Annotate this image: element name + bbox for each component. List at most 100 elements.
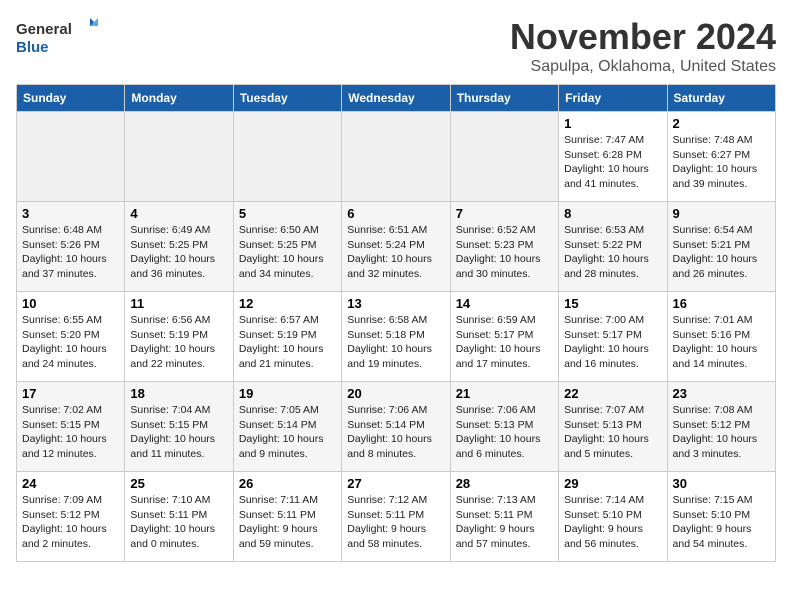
day-number: 19	[239, 386, 336, 401]
day-detail: Sunrise: 7:04 AM Sunset: 5:15 PM Dayligh…	[130, 403, 227, 462]
day-detail: Sunrise: 6:52 AM Sunset: 5:23 PM Dayligh…	[456, 223, 553, 282]
day-detail: Sunrise: 6:53 AM Sunset: 5:22 PM Dayligh…	[564, 223, 661, 282]
day-detail: Sunrise: 6:58 AM Sunset: 5:18 PM Dayligh…	[347, 313, 444, 372]
logo: General Blue	[16, 16, 106, 56]
calendar-cell: 12 Sunrise: 6:57 AM Sunset: 5:19 PM Dayli…	[233, 292, 341, 382]
calendar-cell	[342, 112, 450, 202]
day-number: 12	[239, 296, 336, 311]
day-number: 5	[239, 206, 336, 221]
weekday-friday: Friday	[559, 85, 667, 112]
day-detail: Sunrise: 6:50 AM Sunset: 5:25 PM Dayligh…	[239, 223, 336, 282]
day-number: 20	[347, 386, 444, 401]
calendar-cell: 21Sunrise: 7:06 AM Sunset: 5:13 PM Dayli…	[450, 382, 558, 472]
day-detail: Sunrise: 7:08 AM Sunset: 5:12 PM Dayligh…	[673, 403, 770, 462]
day-number: 27	[347, 476, 444, 491]
calendar-cell: 24 Sunrise: 7:09 AM Sunset: 5:12 PM Dayli…	[17, 472, 125, 562]
day-number: 23	[673, 386, 770, 401]
day-detail: Sunrise: 6:57 AM Sunset: 5:19 PM Dayligh…	[239, 313, 336, 372]
day-detail: Sunrise: 7:12 AM Sunset: 5:11 PM Dayligh…	[347, 493, 444, 552]
day-detail: Sunrise: 7:09 AM Sunset: 5:12 PM Dayligh…	[22, 493, 119, 552]
day-number: 24	[22, 476, 119, 491]
day-detail: Sunrise: 6:56 AM Sunset: 5:19 PM Dayligh…	[130, 313, 227, 372]
day-detail: Sunrise: 6:55 AM Sunset: 5:20 PM Dayligh…	[22, 313, 119, 372]
day-number: 14	[456, 296, 553, 311]
week-row-5: 24 Sunrise: 7:09 AM Sunset: 5:12 PM Dayli…	[17, 472, 776, 562]
logo-svg: General Blue	[16, 16, 106, 56]
calendar-cell: 27 Sunrise: 7:12 AM Sunset: 5:11 PM Dayli…	[342, 472, 450, 562]
day-number: 8	[564, 206, 661, 221]
calendar-cell: 10Sunrise: 6:55 AM Sunset: 5:20 PM Dayli…	[17, 292, 125, 382]
day-detail: Sunrise: 6:49 AM Sunset: 5:25 PM Dayligh…	[130, 223, 227, 282]
calendar-cell: 5 Sunrise: 6:50 AM Sunset: 5:25 PM Daylig…	[233, 202, 341, 292]
calendar-cell: 22 Sunrise: 7:07 AM Sunset: 5:13 PM Dayli…	[559, 382, 667, 472]
calendar-cell: 2Sunrise: 7:48 AM Sunset: 6:27 PM Daylig…	[667, 112, 775, 202]
calendar-cell: 13 Sunrise: 6:58 AM Sunset: 5:18 PM Dayli…	[342, 292, 450, 382]
day-detail: Sunrise: 7:14 AM Sunset: 5:10 PM Dayligh…	[564, 493, 661, 552]
svg-text:Blue: Blue	[16, 39, 49, 56]
calendar-cell: 16Sunrise: 7:01 AM Sunset: 5:16 PM Dayli…	[667, 292, 775, 382]
calendar-cell: 8 Sunrise: 6:53 AM Sunset: 5:22 PM Daylig…	[559, 202, 667, 292]
day-number: 29	[564, 476, 661, 491]
weekday-wednesday: Wednesday	[342, 85, 450, 112]
day-detail: Sunrise: 6:51 AM Sunset: 5:24 PM Dayligh…	[347, 223, 444, 282]
calendar-cell	[125, 112, 233, 202]
day-number: 28	[456, 476, 553, 491]
calendar-cell: 25 Sunrise: 7:10 AM Sunset: 5:11 PM Dayli…	[125, 472, 233, 562]
calendar-cell	[450, 112, 558, 202]
day-detail: Sunrise: 6:48 AM Sunset: 5:26 PM Dayligh…	[22, 223, 119, 282]
calendar-cell: 3 Sunrise: 6:48 AM Sunset: 5:26 PM Daylig…	[17, 202, 125, 292]
day-detail: Sunrise: 7:00 AM Sunset: 5:17 PM Dayligh…	[564, 313, 661, 372]
calendar-cell: 6Sunrise: 6:51 AM Sunset: 5:24 PM Daylig…	[342, 202, 450, 292]
weekday-monday: Monday	[125, 85, 233, 112]
day-number: 25	[130, 476, 227, 491]
day-number: 22	[564, 386, 661, 401]
week-row-4: 17 Sunrise: 7:02 AM Sunset: 5:15 PM Dayli…	[17, 382, 776, 472]
day-number: 17	[22, 386, 119, 401]
weekday-saturday: Saturday	[667, 85, 775, 112]
calendar-cell: 9Sunrise: 6:54 AM Sunset: 5:21 PM Daylig…	[667, 202, 775, 292]
calendar-cell: 20 Sunrise: 7:06 AM Sunset: 5:14 PM Dayli…	[342, 382, 450, 472]
week-row-2: 3 Sunrise: 6:48 AM Sunset: 5:26 PM Daylig…	[17, 202, 776, 292]
title-section: November 2024 Sapulpa, Oklahoma, United …	[510, 16, 776, 76]
day-detail: Sunrise: 6:54 AM Sunset: 5:21 PM Dayligh…	[673, 223, 770, 282]
day-number: 13	[347, 296, 444, 311]
day-number: 4	[130, 206, 227, 221]
day-detail: Sunrise: 7:07 AM Sunset: 5:13 PM Dayligh…	[564, 403, 661, 462]
day-number: 11	[130, 296, 227, 311]
day-detail: Sunrise: 7:05 AM Sunset: 5:14 PM Dayligh…	[239, 403, 336, 462]
week-row-1: 1 Sunrise: 7:47 AM Sunset: 6:28 PM Daylig…	[17, 112, 776, 202]
calendar-cell: 17 Sunrise: 7:02 AM Sunset: 5:15 PM Dayli…	[17, 382, 125, 472]
calendar-cell: 11 Sunrise: 6:56 AM Sunset: 5:19 PM Dayli…	[125, 292, 233, 382]
day-detail: Sunrise: 7:06 AM Sunset: 5:13 PM Dayligh…	[456, 403, 553, 462]
day-detail: Sunrise: 7:06 AM Sunset: 5:14 PM Dayligh…	[347, 403, 444, 462]
calendar-cell: 1 Sunrise: 7:47 AM Sunset: 6:28 PM Daylig…	[559, 112, 667, 202]
calendar-cell	[233, 112, 341, 202]
day-detail: Sunrise: 7:15 AM Sunset: 5:10 PM Dayligh…	[673, 493, 770, 552]
calendar-cell: 28 Sunrise: 7:13 AM Sunset: 5:11 PM Dayli…	[450, 472, 558, 562]
page-header: General Blue November 2024 Sapulpa, Okla…	[16, 16, 776, 76]
calendar-cell: 23 Sunrise: 7:08 AM Sunset: 5:12 PM Dayli…	[667, 382, 775, 472]
day-detail: Sunrise: 7:47 AM Sunset: 6:28 PM Dayligh…	[564, 133, 661, 192]
day-number: 15	[564, 296, 661, 311]
day-number: 7	[456, 206, 553, 221]
day-detail: Sunrise: 7:11 AM Sunset: 5:11 PM Dayligh…	[239, 493, 336, 552]
calendar-cell: 15 Sunrise: 7:00 AM Sunset: 5:17 PM Dayli…	[559, 292, 667, 382]
day-detail: Sunrise: 7:01 AM Sunset: 5:16 PM Dayligh…	[673, 313, 770, 372]
calendar-cell: 29 Sunrise: 7:14 AM Sunset: 5:10 PM Dayli…	[559, 472, 667, 562]
calendar-cell: 7 Sunrise: 6:52 AM Sunset: 5:23 PM Daylig…	[450, 202, 558, 292]
day-detail: Sunrise: 7:48 AM Sunset: 6:27 PM Dayligh…	[673, 133, 770, 192]
svg-text:General: General	[16, 21, 72, 38]
day-number: 3	[22, 206, 119, 221]
calendar-cell: 19 Sunrise: 7:05 AM Sunset: 5:14 PM Dayli…	[233, 382, 341, 472]
calendar-cell: 30 Sunrise: 7:15 AM Sunset: 5:10 PM Dayli…	[667, 472, 775, 562]
day-detail: Sunrise: 7:10 AM Sunset: 5:11 PM Dayligh…	[130, 493, 227, 552]
day-number: 1	[564, 116, 661, 131]
weekday-header-row: SundayMondayTuesdayWednesdayThursdayFrid…	[17, 85, 776, 112]
day-number: 30	[673, 476, 770, 491]
day-detail: Sunrise: 7:13 AM Sunset: 5:11 PM Dayligh…	[456, 493, 553, 552]
calendar-cell: 4 Sunrise: 6:49 AM Sunset: 5:25 PM Daylig…	[125, 202, 233, 292]
day-detail: Sunrise: 7:02 AM Sunset: 5:15 PM Dayligh…	[22, 403, 119, 462]
calendar-cell: 26Sunrise: 7:11 AM Sunset: 5:11 PM Dayli…	[233, 472, 341, 562]
weekday-sunday: Sunday	[17, 85, 125, 112]
calendar-cell: 18Sunrise: 7:04 AM Sunset: 5:15 PM Dayli…	[125, 382, 233, 472]
